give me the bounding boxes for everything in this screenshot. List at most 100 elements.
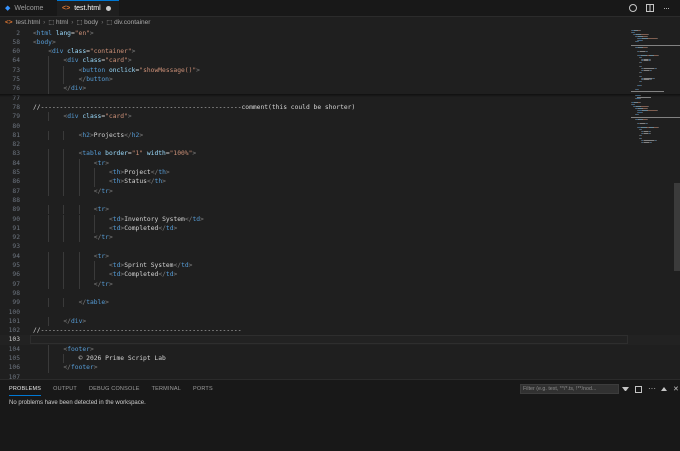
minimap-line (648, 106, 649, 107)
code-line[interactable]: 90 <td>Inventory System</td> (0, 215, 680, 224)
indent-guide (63, 214, 65, 224)
line-number: 87 (12, 187, 20, 195)
minimap-line (641, 71, 642, 73)
indent-guide (93, 270, 95, 280)
more-actions-icon[interactable]: ··· (648, 384, 656, 393)
indent-guide (48, 65, 50, 75)
code-line[interactable]: 81 <h2>Projects</h2> (0, 131, 680, 140)
code-line[interactable]: 83 <table border="1" width="100%"> (0, 149, 680, 158)
filter-icon[interactable] (622, 387, 629, 391)
minimap-line (638, 113, 639, 115)
indent-guide (48, 130, 50, 141)
code-token: </ (158, 271, 166, 279)
editor-scrollbar[interactable] (674, 183, 680, 271)
code-line[interactable]: 78 //------------------------------------… (0, 103, 680, 112)
code-line[interactable]: 94 <tr> (0, 252, 680, 261)
code-line[interactable]: 102 //-----------------------------------… (0, 326, 680, 335)
code-text: </table> (79, 298, 109, 307)
code-line[interactable]: 82 (0, 140, 680, 149)
code-editor[interactable]: 2 <html lang="en"> 58 <body> 60 <div class="c… (0, 28, 680, 379)
code-line[interactable]: 86 <th>Status</th> (0, 177, 680, 186)
more-actions-icon[interactable]: ··· (663, 4, 671, 13)
code-line[interactable]: 99 </table> (0, 298, 680, 307)
code-line[interactable]: 91 <td>Completed</td> (0, 224, 680, 233)
indent-guide (48, 270, 50, 280)
code-line[interactable]: 58 <body> (0, 38, 680, 47)
chevron-right-icon: › (43, 19, 46, 26)
code-line[interactable]: 79 <div class="card"> (0, 112, 680, 121)
line-number: 85 (12, 169, 20, 176)
code-line[interactable]: 2 <html lang="en"> (0, 29, 680, 38)
code-line[interactable]: 100 (0, 308, 680, 317)
indent-guide (48, 112, 50, 122)
code-token: th (158, 169, 166, 176)
unsaved-dot-icon[interactable] (106, 6, 111, 11)
tab-test-html[interactable]: <> test.html (57, 0, 119, 16)
code-line[interactable]: 106 </footer> (0, 363, 680, 372)
code-line[interactable]: 64 <div class="card"> (0, 56, 680, 65)
element-icon: ⬚ (106, 20, 113, 26)
line-number: 101 (8, 317, 20, 325)
minimap-line (641, 66, 642, 68)
code-token: > (105, 206, 109, 214)
line-number: 83 (12, 150, 20, 158)
code-token: > (200, 215, 204, 223)
tab-welcome[interactable]: ◆ Welcome (0, 0, 56, 16)
code-line[interactable]: 93 (0, 242, 680, 251)
code-text: <html lang="en"> (33, 29, 94, 38)
html-file-icon: <> (62, 5, 71, 12)
panel-tab-terminal[interactable]: TERMINAL (152, 380, 181, 398)
minimap-line (657, 37, 658, 39)
code-text: <th>Status</th> (109, 177, 166, 186)
breadcrumb-div-container[interactable]: ⬚ div.container (106, 19, 150, 26)
split-editor-icon[interactable] (646, 4, 654, 12)
code-line[interactable]: 87 </tr> (0, 187, 680, 196)
code-line[interactable]: 89 <tr> (0, 205, 680, 214)
problems-filter-input[interactable] (523, 385, 615, 393)
code-line[interactable]: 101 </div> (0, 317, 680, 326)
code-token: div (67, 57, 79, 65)
code-line[interactable]: 96 <td>Completed</td> (0, 270, 680, 279)
code-line[interactable]: 85 <th>Project</th> (0, 168, 680, 177)
collapse-all-icon[interactable] (635, 385, 642, 393)
code-line[interactable]: 76 </div> (0, 84, 680, 93)
code-line[interactable]: 97 </tr> (0, 280, 680, 289)
minimap-line (650, 130, 651, 132)
code-line[interactable]: 60 <div class="container"> (0, 47, 680, 56)
indent-guide (78, 251, 80, 261)
close-panel-icon[interactable]: ✕ (673, 386, 680, 393)
code-line[interactable]: 80 (0, 122, 680, 131)
code-line[interactable]: 98 (0, 289, 680, 298)
minimap-line (656, 68, 657, 69)
breadcrumb-file[interactable]: <> test.html (0, 19, 40, 26)
panel-tab-debug-console[interactable]: DEBUG CONSOLE (89, 380, 140, 398)
maximize-panel-icon[interactable] (661, 387, 667, 391)
panel-tab-ports[interactable]: PORTS (193, 380, 213, 398)
minimap-line (648, 37, 657, 39)
code-line[interactable]: 95 <td>Sprint System</td> (0, 261, 680, 270)
code-line[interactable]: 75 </button> (0, 75, 680, 84)
code-line[interactable]: 88 (0, 196, 680, 205)
code-text: </tr> (94, 187, 113, 196)
panel-tab-problems[interactable]: PROBLEMS (9, 380, 42, 398)
breadcrumb-html[interactable]: ⬚ html (48, 19, 68, 26)
indent-guide (93, 177, 95, 187)
code-line[interactable]: 105 © 2026 Prime Script Lab (0, 354, 680, 363)
panel-tab-output[interactable]: OUTPUT (53, 380, 77, 398)
minimap[interactable] (629, 28, 680, 379)
code-token: > (173, 271, 178, 279)
code-token: html (36, 29, 52, 37)
globe-icon[interactable] (629, 4, 637, 12)
code-line[interactable]: 104 <footer> (0, 345, 680, 354)
code-token: > (165, 169, 170, 176)
minimap-line (647, 47, 648, 49)
indent-guide (48, 75, 50, 85)
breadcrumb-body[interactable]: ⬚ body (76, 19, 98, 26)
code-line[interactable]: 73 <button onclick="showMessage()"> (0, 66, 680, 75)
code-line[interactable]: 84 <tr> (0, 159, 680, 168)
line-number: 97 (12, 280, 20, 288)
indent-guide (63, 130, 65, 141)
tab-label: test.html (74, 5, 101, 12)
code-line[interactable]: 92 </tr> (0, 233, 680, 242)
code-line[interactable]: 103 (0, 335, 680, 345)
